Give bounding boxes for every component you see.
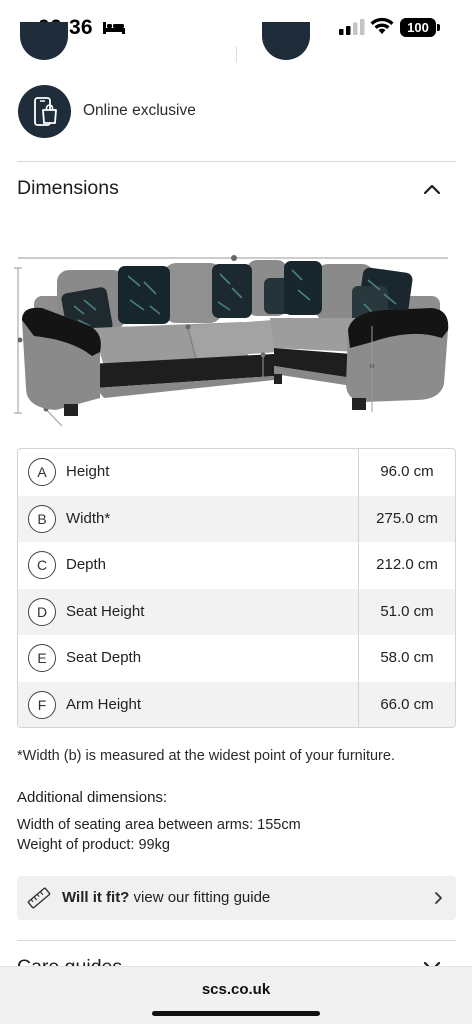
dimension-row: F Arm Height 66.0 cm	[18, 681, 455, 727]
home-indicator[interactable]	[152, 1011, 320, 1016]
dimension-name: Height	[66, 463, 110, 480]
dimension-value: 212.0 cm	[376, 556, 438, 573]
fitting-guide-label: view our fitting guide	[129, 889, 271, 906]
dimension-value: 58.0 cm	[380, 649, 434, 666]
dimension-name: Arm Height	[66, 695, 142, 713]
dimensions-table: A Height 96.0 cm B Width* 275.0 cm C Dep…	[17, 448, 456, 728]
dimension-row: A Height 96.0 cm	[18, 449, 455, 496]
dimension-value: 96.0 cm	[380, 463, 434, 480]
cellular-signal-icon	[339, 19, 365, 35]
section-divider	[17, 161, 456, 162]
fitting-guide-strong: Will it fit?	[62, 889, 130, 906]
fitting-guide-link[interactable]: Will it fit? view our fitting guide	[17, 876, 456, 920]
section-title: Dimensions	[17, 177, 119, 199]
additional-dimension-line: Weight of product: 99kg	[17, 837, 170, 853]
ruler-icon	[27, 887, 51, 909]
chevron-right-icon	[435, 892, 442, 904]
dimension-letter-badge: C	[28, 551, 56, 579]
mobile-shopping-bag-icon	[33, 96, 57, 126]
dimension-letter-badge: A	[28, 458, 56, 486]
online-exclusive-feature: Online exclusive	[18, 85, 458, 139]
dimension-name: Seat Depth	[66, 649, 142, 666]
dimension-name: Seat Height	[66, 602, 145, 620]
feature-badge-partial	[20, 22, 68, 60]
wifi-icon	[370, 17, 394, 34]
battery-tip	[437, 24, 440, 31]
sleep-bed-icon	[103, 22, 125, 34]
dimension-row: E Seat Depth 58.0 cm	[18, 635, 455, 682]
dimension-letter-badge: F	[28, 690, 56, 719]
dimension-value: 51.0 cm	[380, 602, 434, 620]
divider	[236, 46, 237, 62]
sofa-dimensions-image	[14, 255, 449, 427]
feature-badge-partial	[262, 22, 310, 60]
fitting-guide-text: Will it fit? view our fitting guide	[62, 889, 270, 906]
browser-bottom-bar: scs.co.uk	[0, 966, 472, 1024]
section-divider	[17, 940, 456, 941]
feature-badge	[18, 85, 71, 138]
dimension-name: Width*	[66, 509, 111, 527]
dimension-letter-badge: E	[28, 644, 56, 672]
battery-indicator: 100	[400, 18, 436, 37]
dimension-letter-badge: D	[28, 597, 56, 626]
dimension-row: D Seat Height 51.0 cm	[18, 588, 455, 635]
dimension-value: 66.0 cm	[380, 695, 434, 713]
status-bar: 06:36 100	[0, 0, 472, 50]
additional-dimensions-title: Additional dimensions:	[17, 789, 168, 806]
table-column-divider	[358, 449, 359, 727]
dimension-letter-badge: B	[28, 504, 56, 533]
dimension-name: Depth	[66, 556, 107, 573]
additional-dimension-line: Width of seating area between arms: 155c…	[17, 817, 301, 833]
width-footnote: *Width (b) is measured at the widest poi…	[17, 748, 395, 764]
dimension-row: C Depth 212.0 cm	[18, 542, 455, 589]
dimension-value: 275.0 cm	[376, 509, 438, 527]
chevron-up-icon[interactable]	[423, 183, 441, 195]
address-bar-url[interactable]: scs.co.uk	[0, 981, 472, 998]
dimension-row: B Width* 275.0 cm	[18, 495, 455, 542]
feature-label: Online exclusive	[83, 102, 196, 119]
